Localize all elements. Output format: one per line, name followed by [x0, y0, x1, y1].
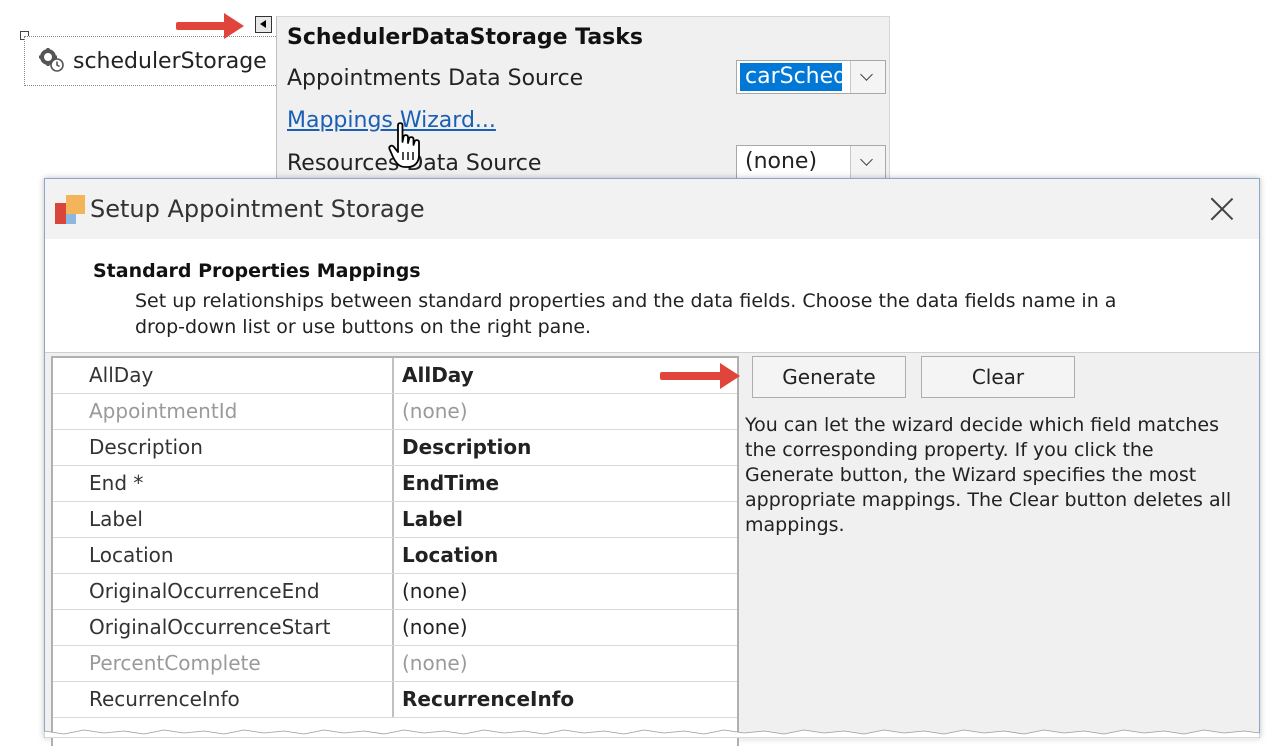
component-label: schedulerStorage [73, 49, 267, 74]
appointments-data-source-label: Appointments Data Source [287, 66, 584, 91]
field-cell[interactable]: Label [396, 502, 736, 537]
field-cell[interactable]: Description [396, 430, 736, 465]
chevron-down-icon[interactable] [850, 61, 885, 93]
table-row[interactable]: OriginalOccurrenceStart (none) [53, 610, 737, 646]
table-row[interactable]: PercentComplete (none) [53, 646, 737, 682]
table-row[interactable]: Location Location [53, 538, 737, 574]
scheduler-storage-icon [39, 48, 64, 72]
torn-edge [44, 729, 1260, 738]
property-cell: AppointmentId [53, 394, 394, 429]
property-cell: AllDay [53, 358, 394, 393]
setup-appointment-storage-dialog: Setup Appointment Storage Standard Prope… [44, 178, 1260, 746]
help-text: You can let the wizard decide which fiel… [745, 414, 1232, 536]
section-title: Standard Properties Mappings [93, 260, 421, 282]
resources-data-source-value: (none) [745, 149, 818, 174]
tasks-panel: SchedulerDataStorage Tasks Appointments … [276, 16, 890, 187]
field-cell[interactable]: RecurrenceInfo [396, 682, 736, 717]
property-cell: OriginalOccurrenceStart [53, 610, 394, 645]
table-row[interactable]: Description Description [53, 430, 737, 466]
property-cell: RecurrenceInfo [53, 682, 394, 717]
table-row[interactable]: Label Label [53, 502, 737, 538]
mappings-content: AllDay AllDay AppointmentId (none) Descripti… [45, 352, 1259, 746]
field-cell[interactable]: EndTime [396, 466, 736, 501]
field-cell[interactable]: Location [396, 538, 736, 573]
property-cell: OriginalOccurrenceEnd [53, 574, 394, 609]
field-cell[interactable]: (none) [396, 394, 736, 429]
table-row[interactable]: AppointmentId (none) [53, 394, 737, 430]
property-cell: Location [53, 538, 394, 573]
close-icon[interactable] [1205, 192, 1239, 226]
dialog-titlebar[interactable]: Setup Appointment Storage [45, 179, 1259, 239]
hand-cursor-icon [388, 122, 420, 168]
appointments-data-source-value: carSched [740, 63, 847, 91]
smart-tag-button[interactable] [255, 16, 272, 33]
property-cell: Label [53, 502, 394, 537]
property-cell: End * [53, 466, 394, 501]
arrow-to-generate-icon [660, 363, 740, 389]
chevron-down-icon[interactable] [850, 146, 885, 178]
section-description: Set up relationships between standard pr… [135, 290, 1117, 338]
dialog-title: Setup Appointment Storage [90, 195, 425, 223]
table-row[interactable]: RecurrenceInfo RecurrenceInfo [53, 682, 737, 718]
property-cell: PercentComplete [53, 646, 394, 681]
generate-button[interactable]: Generate [752, 356, 906, 398]
resources-data-source-combo[interactable]: (none) [736, 145, 886, 179]
appointments-data-source-combo[interactable]: carSched [736, 60, 886, 94]
field-cell[interactable]: (none) [396, 646, 736, 681]
clear-button[interactable]: Clear [921, 356, 1075, 398]
field-cell[interactable]: (none) [396, 574, 736, 609]
scheduler-storage-component[interactable]: schedulerStorage [24, 36, 278, 86]
table-row[interactable]: OriginalOccurrenceEnd (none) [53, 574, 737, 610]
app-icon [55, 195, 85, 224]
property-cell: Description [53, 430, 394, 465]
field-cell[interactable]: (none) [396, 610, 736, 645]
table-row[interactable]: End * EndTime [53, 466, 737, 502]
arrow-to-smart-tag-icon [176, 13, 244, 39]
mappings-grid[interactable]: AllDay AllDay AppointmentId (none) Descripti… [51, 356, 739, 746]
tasks-title: SchedulerDataStorage Tasks [287, 25, 643, 50]
table-row[interactable]: AllDay AllDay [53, 358, 737, 394]
